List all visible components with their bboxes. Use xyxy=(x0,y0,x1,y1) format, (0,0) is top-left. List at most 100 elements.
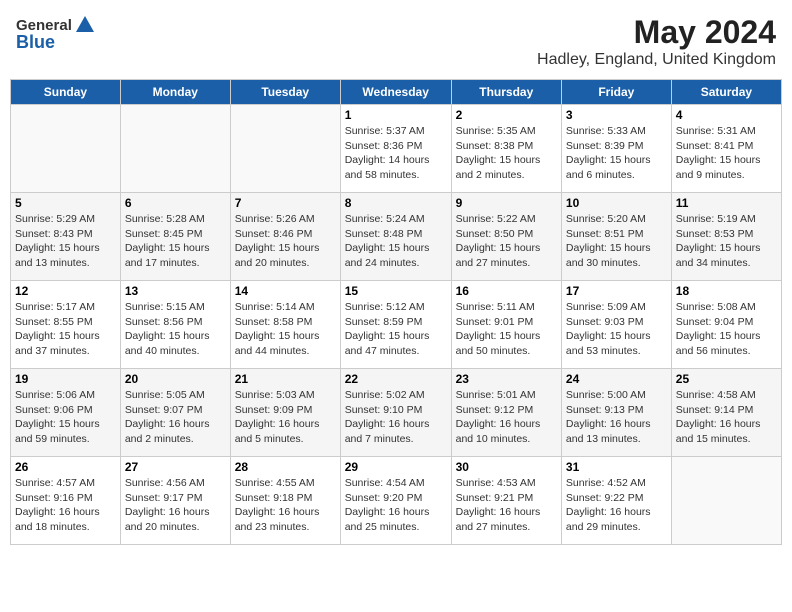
calendar-cell: 10Sunrise: 5:20 AM Sunset: 8:51 PM Dayli… xyxy=(561,193,671,281)
calendar-cell: 13 Sunrise: 5:15 AM Sunset: 8:56 PM Dayli… xyxy=(120,281,230,369)
calendar-cell: 20 Sunrise: 5:05 AM Sunset: 9:07 PM Dayli… xyxy=(120,369,230,457)
day-info: Sunrise: 5:15 AM Sunset: 8:56 PM Dayligh… xyxy=(125,300,226,359)
calendar-cell: 2 Sunrise: 5:35 AM Sunset: 8:38 PM Daylig… xyxy=(451,105,561,193)
day-number: 6 xyxy=(125,196,226,210)
day-info: Sunrise: 5:33 AM Sunset: 8:39 PM Dayligh… xyxy=(566,124,667,183)
day-info: Sunrise: 5:02 AM Sunset: 9:10 PM Dayligh… xyxy=(345,388,447,447)
calendar-cell: 17 Sunrise: 5:09 AM Sunset: 9:03 PM Dayli… xyxy=(561,281,671,369)
day-number: 31 xyxy=(566,460,667,474)
day-info: Sunrise: 5:01 AM Sunset: 9:12 PM Dayligh… xyxy=(456,388,557,447)
day-info: Sunrise: 4:56 AM Sunset: 9:17 PM Dayligh… xyxy=(125,476,226,535)
day-number: 30 xyxy=(456,460,557,474)
day-number: 11 xyxy=(676,196,777,210)
logo: General Blue xyxy=(16,14,96,53)
day-info: Sunrise: 5:31 AM Sunset: 8:41 PM Dayligh… xyxy=(676,124,777,183)
calendar-cell: 16Sunrise: 5:11 AM Sunset: 9:01 PM Dayli… xyxy=(451,281,561,369)
calendar-cell: 23 Sunrise: 5:01 AM Sunset: 9:12 PM Dayli… xyxy=(451,369,561,457)
day-number: 21 xyxy=(235,372,336,386)
calendar-cell xyxy=(120,105,230,193)
day-info: Sunrise: 5:29 AM Sunset: 8:43 PM Dayligh… xyxy=(15,212,116,271)
location-subtitle: Hadley, England, United Kingdom xyxy=(537,51,776,69)
day-info: Sunrise: 5:05 AM Sunset: 9:07 PM Dayligh… xyxy=(125,388,226,447)
calendar-cell: 5 Sunrise: 5:29 AM Sunset: 8:43 PM Daylig… xyxy=(11,193,121,281)
day-info: Sunrise: 5:35 AM Sunset: 8:38 PM Dayligh… xyxy=(456,124,557,183)
calendar-cell: 29 Sunrise: 4:54 AM Sunset: 9:20 PM Dayli… xyxy=(340,457,451,545)
day-number: 25 xyxy=(676,372,777,386)
day-number: 24 xyxy=(566,372,667,386)
calendar-cell xyxy=(671,457,781,545)
calendar-cell: 27 Sunrise: 4:56 AM Sunset: 9:17 PM Dayli… xyxy=(120,457,230,545)
day-info: Sunrise: 5:06 AM Sunset: 9:06 PM Dayligh… xyxy=(15,388,116,447)
day-info: Sunrise: 5:37 AM Sunset: 8:36 PM Dayligh… xyxy=(345,124,447,183)
weekday-header-saturday: Saturday xyxy=(671,80,781,105)
day-number: 3 xyxy=(566,108,667,122)
page-header: General Blue May 2024 Hadley, England, U… xyxy=(10,10,782,73)
day-number: 28 xyxy=(235,460,336,474)
calendar-cell: 11 Sunrise: 5:19 AM Sunset: 8:53 PM Dayli… xyxy=(671,193,781,281)
day-info: Sunrise: 5:12 AM Sunset: 8:59 PM Dayligh… xyxy=(345,300,447,359)
calendar-cell: 8 Sunrise: 5:24 AM Sunset: 8:48 PM Daylig… xyxy=(340,193,451,281)
calendar-cell: 14 Sunrise: 5:14 AM Sunset: 8:58 PM Dayli… xyxy=(230,281,340,369)
month-year-title: May 2024 xyxy=(537,14,776,51)
day-number: 12 xyxy=(15,284,116,298)
day-info: Sunrise: 5:17 AM Sunset: 8:55 PM Dayligh… xyxy=(15,300,116,359)
calendar-table: SundayMondayTuesdayWednesdayThursdayFrid… xyxy=(10,79,782,545)
day-number: 22 xyxy=(345,372,447,386)
day-info: Sunrise: 4:54 AM Sunset: 9:20 PM Dayligh… xyxy=(345,476,447,535)
day-info: Sunrise: 5:22 AM Sunset: 8:50 PM Dayligh… xyxy=(456,212,557,271)
title-block: May 2024 Hadley, England, United Kingdom xyxy=(537,14,776,69)
day-number: 18 xyxy=(676,284,777,298)
calendar-cell: 26Sunrise: 4:57 AM Sunset: 9:16 PM Dayli… xyxy=(11,457,121,545)
calendar-cell: 4 Sunrise: 5:31 AM Sunset: 8:41 PM Daylig… xyxy=(671,105,781,193)
day-number: 16 xyxy=(456,284,557,298)
calendar-cell: 12 Sunrise: 5:17 AM Sunset: 8:55 PM Dayli… xyxy=(11,281,121,369)
calendar-cell: 25Sunrise: 4:58 AM Sunset: 9:14 PM Dayli… xyxy=(671,369,781,457)
day-number: 15 xyxy=(345,284,447,298)
calendar-cell xyxy=(11,105,121,193)
day-info: Sunrise: 5:28 AM Sunset: 8:45 PM Dayligh… xyxy=(125,212,226,271)
day-number: 7 xyxy=(235,196,336,210)
calendar-cell: 1 Sunrise: 5:37 AM Sunset: 8:36 PM Daylig… xyxy=(340,105,451,193)
calendar-cell: 30 Sunrise: 4:53 AM Sunset: 9:21 PM Dayli… xyxy=(451,457,561,545)
day-info: Sunrise: 5:26 AM Sunset: 8:46 PM Dayligh… xyxy=(235,212,336,271)
weekday-header-wednesday: Wednesday xyxy=(340,80,451,105)
day-info: Sunrise: 4:53 AM Sunset: 9:21 PM Dayligh… xyxy=(456,476,557,535)
calendar-cell: 18 Sunrise: 5:08 AM Sunset: 9:04 PM Dayli… xyxy=(671,281,781,369)
weekday-header-friday: Friday xyxy=(561,80,671,105)
day-number: 1 xyxy=(345,108,447,122)
day-number: 8 xyxy=(345,196,447,210)
day-number: 23 xyxy=(456,372,557,386)
logo-general-text: General xyxy=(16,17,72,34)
day-info: Sunrise: 5:09 AM Sunset: 9:03 PM Dayligh… xyxy=(566,300,667,359)
day-info: Sunrise: 5:08 AM Sunset: 9:04 PM Dayligh… xyxy=(676,300,777,359)
day-info: Sunrise: 5:19 AM Sunset: 8:53 PM Dayligh… xyxy=(676,212,777,271)
day-info: Sunrise: 4:55 AM Sunset: 9:18 PM Dayligh… xyxy=(235,476,336,535)
day-info: Sunrise: 5:03 AM Sunset: 9:09 PM Dayligh… xyxy=(235,388,336,447)
day-info: Sunrise: 5:24 AM Sunset: 8:48 PM Dayligh… xyxy=(345,212,447,271)
day-number: 27 xyxy=(125,460,226,474)
day-number: 5 xyxy=(15,196,116,210)
day-number: 10 xyxy=(566,196,667,210)
calendar-cell: 15 Sunrise: 5:12 AM Sunset: 8:59 PM Dayli… xyxy=(340,281,451,369)
calendar-cell: 9Sunrise: 5:22 AM Sunset: 8:50 PM Daylig… xyxy=(451,193,561,281)
calendar-cell: 22 Sunrise: 5:02 AM Sunset: 9:10 PM Dayli… xyxy=(340,369,451,457)
day-number: 29 xyxy=(345,460,447,474)
day-info: Sunrise: 5:14 AM Sunset: 8:58 PM Dayligh… xyxy=(235,300,336,359)
weekday-header-tuesday: Tuesday xyxy=(230,80,340,105)
day-number: 19 xyxy=(15,372,116,386)
day-number: 20 xyxy=(125,372,226,386)
day-number: 14 xyxy=(235,284,336,298)
day-number: 4 xyxy=(676,108,777,122)
day-number: 26 xyxy=(15,460,116,474)
day-number: 13 xyxy=(125,284,226,298)
weekday-header-thursday: Thursday xyxy=(451,80,561,105)
calendar-cell: 28 Sunrise: 4:55 AM Sunset: 9:18 PM Dayli… xyxy=(230,457,340,545)
day-number: 17 xyxy=(566,284,667,298)
day-info: Sunrise: 4:52 AM Sunset: 9:22 PM Dayligh… xyxy=(566,476,667,535)
calendar-cell: 6 Sunrise: 5:28 AM Sunset: 8:45 PM Daylig… xyxy=(120,193,230,281)
weekday-header-monday: Monday xyxy=(120,80,230,105)
calendar-cell: 31 Sunrise: 4:52 AM Sunset: 9:22 PM Dayli… xyxy=(561,457,671,545)
calendar-cell: 7 Sunrise: 5:26 AM Sunset: 8:46 PM Daylig… xyxy=(230,193,340,281)
calendar-cell: 3 Sunrise: 5:33 AM Sunset: 8:39 PM Daylig… xyxy=(561,105,671,193)
day-number: 2 xyxy=(456,108,557,122)
